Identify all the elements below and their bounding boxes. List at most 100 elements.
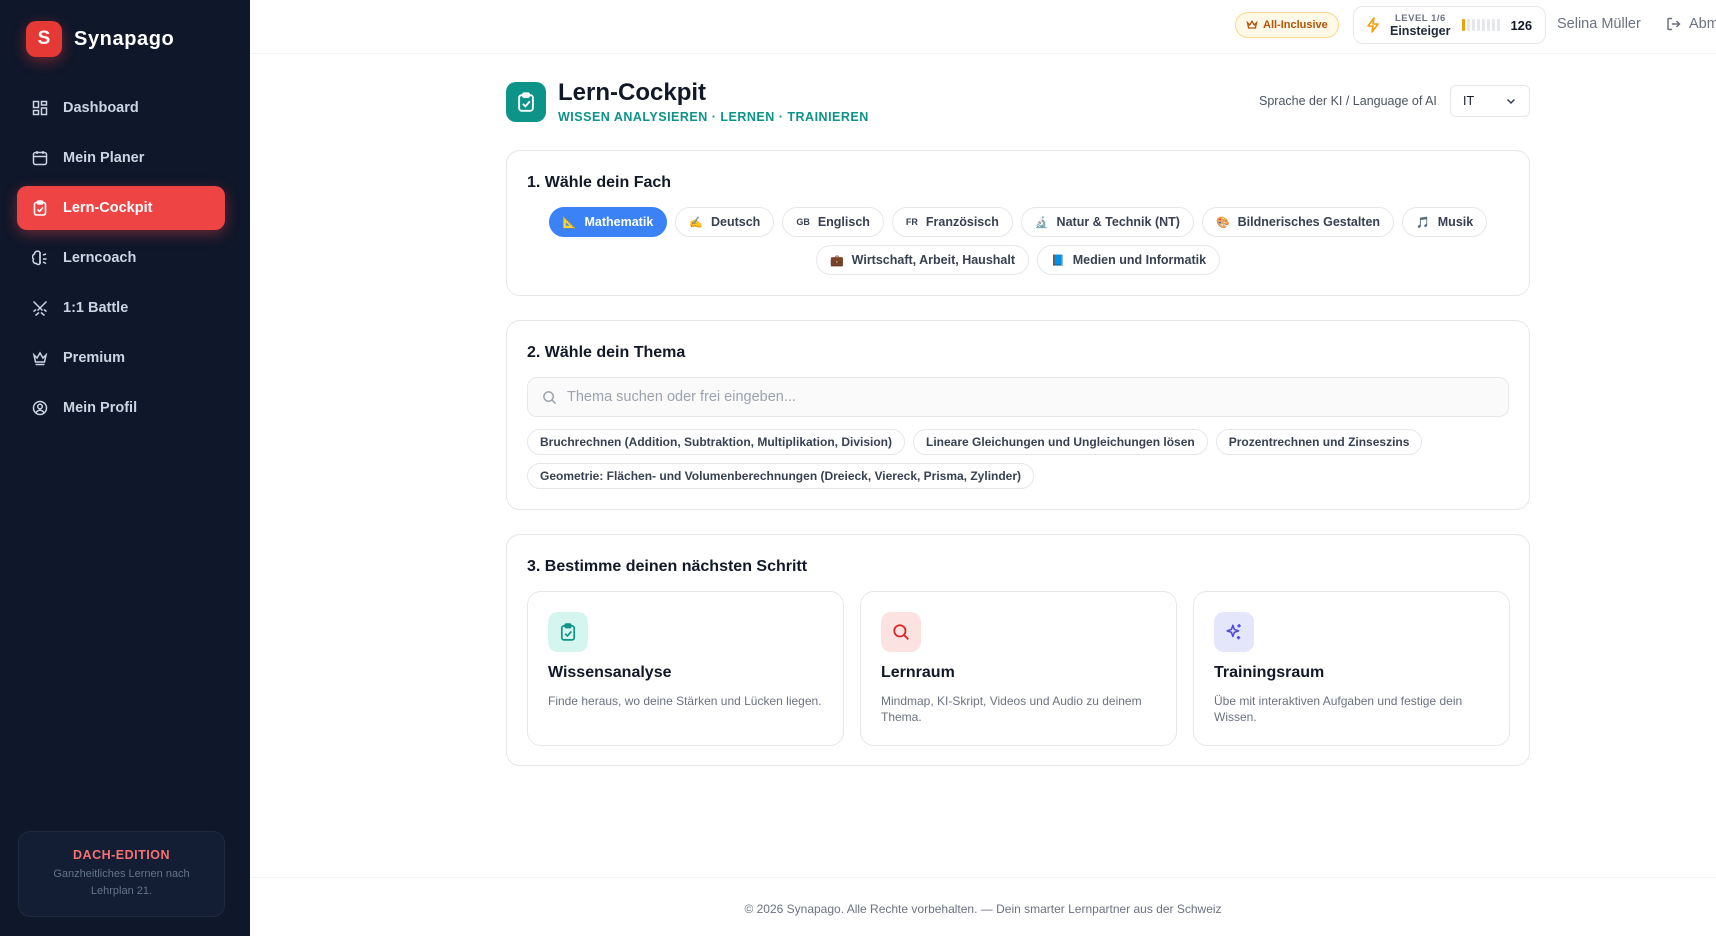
level-progress-segment xyxy=(1492,19,1496,31)
palette-icon: 🎨 xyxy=(1215,216,1230,229)
sidebar-item-dashboard[interactable]: Dashboard xyxy=(17,86,225,130)
plan-badge[interactable]: All-Inclusive xyxy=(1235,12,1339,38)
brand[interactable]: S Synapago xyxy=(26,21,174,57)
subject-chips-row-1: 📐 Mathematik ✍️ Deutsch GB Englisch FR Franz… xyxy=(507,207,1529,237)
sidebar: S Synapago Dashboard Mein Planer Lern-Co… xyxy=(0,0,250,936)
sidebar-item-lerncoach[interactable]: Lerncoach xyxy=(17,236,225,280)
brand-logo: S xyxy=(26,21,62,57)
level-progress-segment xyxy=(1487,19,1491,31)
sidebar-item-label: Lerncoach xyxy=(63,250,137,266)
edition-description: Ganzheitliches Lernen nach Lehrplan 21. xyxy=(53,868,190,897)
topbar: All-Inclusive LEVEL 1/6 Einsteiger 126 S… xyxy=(250,0,1716,54)
topic-card-title: 2. Wähle dein Thema xyxy=(527,344,686,361)
step-lernraum[interactable]: Lernraum Mindmap, KI-Skript, Videos und … xyxy=(860,591,1177,746)
ruler-icon: 📐 xyxy=(562,216,577,229)
subject-chip-label: Mathematik xyxy=(584,215,654,229)
plan-label: All-Inclusive xyxy=(1263,19,1328,31)
sidebar-item-label: Lern-Cockpit xyxy=(63,200,153,216)
user-name[interactable]: Selina Müller xyxy=(1557,16,1641,32)
subject-chip-franzoesisch[interactable]: FR Französisch xyxy=(891,207,1013,237)
brain-icon xyxy=(32,250,48,266)
edition-title: DACH-EDITION xyxy=(73,848,170,862)
subject-chip-label: Deutsch xyxy=(710,215,761,229)
topic-chip[interactable]: Geometrie: Flächen- und Volumenberechnun… xyxy=(527,463,1035,489)
level-progress-bar xyxy=(1462,19,1501,31)
step-title: Lernraum xyxy=(881,664,955,681)
logout-icon xyxy=(1667,17,1681,31)
page-subtitle: WISSEN ANALYSIEREN · LERNEN · TRAINIEREN xyxy=(558,110,869,124)
step-description: Mindmap, KI-Skript, Videos und Audio zu … xyxy=(881,694,1142,724)
topic-search-input[interactable] xyxy=(567,389,1467,405)
level-progress-segment xyxy=(1462,19,1466,31)
level-progress-segment xyxy=(1477,19,1481,31)
sidebar-item-label: 1:1 Battle xyxy=(63,300,129,316)
subject-chip-deutsch[interactable]: ✍️ Deutsch xyxy=(675,207,775,237)
topic-chips-row-2: Geometrie: Flächen- und Volumenberechnun… xyxy=(527,463,1035,489)
sidebar-item-label: Mein Profil xyxy=(63,400,138,416)
level-progress-segment xyxy=(1467,19,1471,31)
sidebar-item-profil[interactable]: Mein Profil xyxy=(17,386,225,430)
step-wissensanalyse[interactable]: Wissensanalyse Finde heraus, wo deine St… xyxy=(527,591,844,746)
music-note-icon: 🎵 xyxy=(1416,216,1430,229)
flag-gb-icon: GB xyxy=(796,217,810,227)
subject-chip-bildnerisches-gestalten[interactable]: 🎨 Bildnerisches Gestalten xyxy=(1201,207,1395,237)
level-indicator[interactable]: LEVEL 1/6 Einsteiger 126 xyxy=(1353,6,1546,44)
writing-hand-icon: ✍️ xyxy=(689,216,703,229)
topic-chip[interactable]: Bruchrechnen (Addition, Subtraktion, Mul… xyxy=(527,429,906,455)
chevron-down-icon xyxy=(1506,98,1516,105)
language-select[interactable]: IT xyxy=(1450,85,1530,117)
swords-icon xyxy=(32,300,48,316)
book-icon: 📘 xyxy=(1051,254,1065,267)
level-name: Einsteiger xyxy=(1390,24,1451,38)
footer: © 2026 Synapago. Alle Rechte vorbehalten… xyxy=(250,877,1716,936)
sidebar-item-premium[interactable]: Premium xyxy=(17,336,225,380)
sidebar-item-planer[interactable]: Mein Planer xyxy=(17,136,225,180)
footer-text: © 2026 Synapago. Alle Rechte vorbehalten… xyxy=(744,902,1222,916)
topic-chip[interactable]: Prozentrechnen und Zinseszins xyxy=(1215,429,1423,455)
level-progress-segment xyxy=(1497,19,1501,31)
subject-chip-wah[interactable]: 💼 Wirtschaft, Arbeit, Haushalt xyxy=(815,245,1029,275)
edition-box: DACH-EDITION Ganzheitliches Lernen nach … xyxy=(18,831,225,917)
brand-name: Synapago xyxy=(74,27,175,50)
subject-chips-row-2: 💼 Wirtschaft, Arbeit, Haushalt 📘 Medien un… xyxy=(507,245,1529,275)
sidebar-item-label: Mein Planer xyxy=(63,150,145,166)
subject-chip-medien-informatik[interactable]: 📘 Medien und Informatik xyxy=(1037,245,1221,275)
flag-fr-icon: FR xyxy=(905,217,918,227)
search-icon xyxy=(881,612,921,652)
logout-label: Abmelden xyxy=(1689,16,1716,32)
clipboard-check-icon xyxy=(506,82,546,122)
topic-chips-row-1: Bruchrechnen (Addition, Subtraktion, Mul… xyxy=(527,429,1423,455)
step-description: Übe mit interaktiven Aufgaben und festig… xyxy=(1214,694,1463,724)
level-text: LEVEL 1/6 Einsteiger xyxy=(1390,13,1450,37)
subject-chip-label: Bildnerisches Gestalten xyxy=(1237,215,1381,229)
step-trainingsraum[interactable]: Trainingsraum Übe mit interaktiven Aufga… xyxy=(1193,591,1510,746)
topic-chip[interactable]: Lineare Gleichungen und Ungleichungen lö… xyxy=(913,429,1208,455)
subject-chip-nt[interactable]: 🔬 Natur & Technik (NT) xyxy=(1020,207,1194,237)
sidebar-nav: Dashboard Mein Planer Lern-Cockpit Lernc… xyxy=(17,86,225,436)
subject-chip-label: Natur & Technik (NT) xyxy=(1056,215,1180,229)
subject-chip-englisch[interactable]: GB Englisch xyxy=(782,207,884,237)
step-description: Finde heraus, wo deine Stärken und Lücke… xyxy=(548,694,822,708)
subject-chip-label: Wirtschaft, Arbeit, Haushalt xyxy=(851,253,1015,267)
step-title: Trainingsraum xyxy=(1214,664,1325,681)
subject-chip-label: Englisch xyxy=(817,215,870,229)
subject-chip-musik[interactable]: 🎵 Musik xyxy=(1402,207,1488,237)
crown-icon xyxy=(1246,19,1258,29)
topic-search[interactable] xyxy=(527,377,1509,417)
topic-card: 2. Wähle dein Thema Bruchrechnen (Additi… xyxy=(506,320,1530,510)
sidebar-item-battle[interactable]: 1:1 Battle xyxy=(17,286,225,330)
calendar-icon xyxy=(32,150,48,166)
subject-card-title: 1. Wähle dein Fach xyxy=(527,174,672,191)
sidebar-item-label: Premium xyxy=(63,350,126,366)
subject-card: 1. Wähle dein Fach 📐 Mathematik ✍️ Deutsch… xyxy=(506,150,1530,296)
subject-chip-label: Musik xyxy=(1437,215,1474,229)
lightning-icon xyxy=(1367,17,1379,33)
logout-button[interactable]: Abmelden xyxy=(1666,16,1716,32)
microscope-icon: 🔬 xyxy=(1034,216,1049,229)
next-step-card: 3. Bestimme deinen nächsten Schritt Wiss… xyxy=(506,534,1530,766)
clipboard-check-icon xyxy=(32,200,48,216)
subject-chip-mathematik[interactable]: 📐 Mathematik xyxy=(548,207,668,237)
clipboard-check-icon xyxy=(548,612,588,652)
next-step-card-title: 3. Bestimme deinen nächsten Schritt xyxy=(527,558,808,575)
sidebar-item-lern-cockpit[interactable]: Lern-Cockpit xyxy=(17,186,225,230)
